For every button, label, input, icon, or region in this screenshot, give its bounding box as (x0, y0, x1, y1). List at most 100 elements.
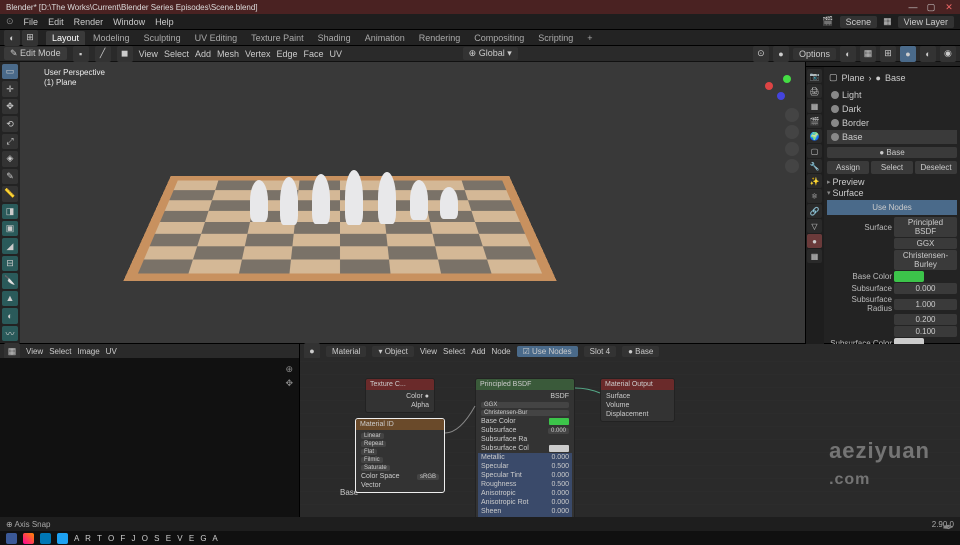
select-mode-edge[interactable]: ╱ (95, 46, 111, 62)
uv-editor[interactable]: ▦ View Select Image UV ⊕ ✥ (0, 344, 300, 517)
tab-scripting[interactable]: Scripting (532, 31, 579, 45)
3d-viewport[interactable]: User Perspective (1) Plane (20, 62, 805, 343)
prop-tab-render[interactable]: 📷 (807, 69, 822, 83)
orientation-selector[interactable]: ⊕ Global ▾ (463, 47, 518, 60)
prop-tab-physics[interactable]: ⚛ (807, 189, 822, 203)
uv-menu-uv[interactable]: UV (106, 347, 117, 356)
preview-panel[interactable]: Preview (833, 177, 865, 187)
camera-icon[interactable] (785, 142, 799, 156)
node-material-output[interactable]: Material Output Surface Volume Displacem… (600, 378, 675, 422)
close-button[interactable]: ✕ (944, 2, 954, 13)
assign-button[interactable]: Assign (827, 161, 869, 174)
minimize-button[interactable]: — (908, 2, 918, 13)
pan-icon[interactable] (785, 125, 799, 139)
shading-wire[interactable]: ⊞ (880, 46, 896, 62)
shader-type[interactable]: ▾ Object (372, 346, 413, 357)
surface-shader[interactable]: Principled BSDF (894, 217, 957, 237)
tool-extrude[interactable]: ◨ (2, 204, 18, 219)
tab-layout[interactable]: Layout (46, 31, 85, 45)
tab-animation[interactable]: Animation (359, 31, 411, 45)
tool-bevel[interactable]: ◢ (2, 238, 18, 253)
sss-method-field[interactable]: Christensen-Burley (894, 250, 957, 270)
proportional-toggle[interactable]: ● (773, 46, 789, 62)
mode-selector[interactable]: ✎ Edit Mode (4, 47, 67, 60)
menu-edit[interactable]: Edit (48, 17, 64, 27)
scene-selector[interactable]: Scene (840, 16, 878, 28)
prop-tab-constraint[interactable]: 🔗 (807, 204, 822, 218)
uv-menu-image[interactable]: Image (77, 347, 99, 356)
ws-icon[interactable]: ⊞ (22, 30, 38, 46)
tool-spin[interactable]: ◐ (2, 308, 18, 323)
prop-tab-modifier[interactable]: 🔧 (807, 159, 822, 173)
uv-menu-view[interactable]: View (26, 347, 43, 356)
uv-canvas[interactable]: ⊕ ✥ (0, 358, 299, 517)
tab-uv[interactable]: UV Editing (189, 31, 244, 45)
prop-tab-particle[interactable]: ✨ (807, 174, 822, 188)
menu-file[interactable]: File (24, 17, 39, 27)
distribution-field[interactable]: GGX (894, 238, 957, 249)
slot-selector[interactable]: Slot 4 (584, 346, 616, 357)
tool-polybuild[interactable]: ▲ (2, 291, 18, 306)
use-nodes-button[interactable]: Use Nodes (827, 200, 957, 215)
header-menu-edge[interactable]: Edge (277, 49, 298, 59)
tool-scale[interactable]: ⤢ (2, 134, 18, 149)
tab-compositing[interactable]: Compositing (468, 31, 530, 45)
tab-rendering[interactable]: Rendering (413, 31, 467, 45)
workspace-icons[interactable]: ◐ ⊞ (4, 30, 38, 46)
tool-measure[interactable]: 📏 (2, 186, 18, 201)
linkedin-icon[interactable] (40, 533, 51, 544)
header-menu-view[interactable]: View (139, 49, 158, 59)
tool-transform[interactable]: ◈ (2, 151, 18, 166)
tool-knife[interactable]: 🔪 (2, 273, 18, 288)
surface-panel[interactable]: Surface (833, 188, 864, 198)
mat-slot[interactable]: Border (827, 116, 957, 130)
prop-tab-output[interactable]: 🖨 (807, 84, 822, 98)
zoom-icon[interactable] (785, 108, 799, 122)
snap-toggle[interactable]: ⊙ (753, 46, 769, 62)
tab-texture[interactable]: Texture Paint (245, 31, 310, 45)
select-mode-vert[interactable]: ▪ (73, 46, 89, 62)
tool-annotate[interactable]: ✎ (2, 169, 18, 184)
prop-tab-material[interactable]: ● (807, 234, 822, 248)
twitter-icon[interactable] (57, 533, 68, 544)
shading-solid[interactable]: ● (900, 46, 916, 62)
sss-r1[interactable]: 0.200 (894, 314, 957, 325)
xray-toggle[interactable]: ▦ (860, 46, 876, 62)
uv-mode-icon[interactable]: ▦ (4, 343, 20, 359)
nav-gizmo[interactable] (765, 72, 795, 102)
sss-r0[interactable]: 1.000 (894, 299, 957, 310)
prop-tab-mesh[interactable]: ▽ (807, 219, 822, 233)
se-menu-add[interactable]: Add (471, 347, 485, 356)
tab-modeling[interactable]: Modeling (87, 31, 136, 45)
instagram-icon[interactable] (23, 533, 34, 544)
facebook-icon[interactable] (6, 533, 17, 544)
uv-zoom-icon[interactable]: ✥ (285, 378, 293, 389)
maximize-button[interactable]: ▢ (926, 2, 936, 13)
node-principled-bsdf[interactable]: Principled BSDF BSDF GGX Christensen-Bur… (475, 378, 575, 517)
material-browse[interactable]: ● Base (827, 147, 957, 158)
tool-select-box[interactable]: ▭ (2, 64, 18, 79)
object-name[interactable]: Plane (842, 73, 865, 83)
material-slot-list[interactable]: Light Dark Border Base (827, 88, 957, 144)
prop-tab-viewlayer[interactable]: ▦ (807, 99, 822, 113)
shader-type-icon[interactable]: ● (304, 343, 320, 359)
node-basecolor[interactable] (549, 418, 569, 425)
shading-rendered[interactable]: ◉ (940, 46, 956, 62)
shader-editor[interactable]: ● Material ▾ Object View Select Add Node… (300, 344, 960, 517)
header-menu-select[interactable]: Select (164, 49, 189, 59)
shader-mat-select[interactable]: Material (326, 346, 366, 357)
tool-move[interactable]: ✥ (2, 99, 18, 114)
se-menu-node[interactable]: Node (492, 347, 511, 356)
se-menu-view[interactable]: View (420, 347, 437, 356)
node-texcoord[interactable]: Texture C... Color ● Alpha (365, 378, 435, 413)
menu-window[interactable]: Window (113, 17, 145, 27)
subsurface-field[interactable]: 0.000 (894, 283, 957, 294)
persp-icon[interactable] (785, 159, 799, 173)
tab-sculpting[interactable]: Sculpting (138, 31, 187, 45)
header-menu-face[interactable]: Face (304, 49, 324, 59)
deselect-button[interactable]: Deselect (915, 161, 957, 174)
tool-inset[interactable]: ▣ (2, 221, 18, 236)
prop-tab-scene[interactable]: 🎬 (807, 114, 822, 128)
se-menu-select[interactable]: Select (443, 347, 465, 356)
node-canvas[interactable]: Base Texture C... Color ● Alpha Material… (300, 358, 960, 517)
